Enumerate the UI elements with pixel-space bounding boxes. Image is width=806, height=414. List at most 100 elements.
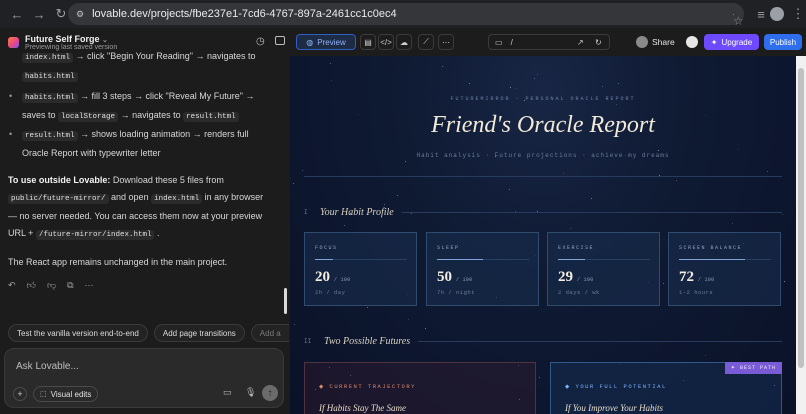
chat-text: → fill 3 steps → click "Reveal My Future…: [80, 91, 255, 101]
star-dot: [331, 80, 332, 81]
project-name[interactable]: Future Self Forge ⌄: [25, 34, 117, 44]
add-attachment-button[interactable]: +: [13, 387, 27, 401]
future-card-potential: ✦ BEST PATH ◆ YOUR FULL POTENTIAL If You…: [550, 362, 782, 414]
refresh-icon[interactable]: ↻: [595, 38, 602, 47]
analytics-icon[interactable]: ⟋: [418, 34, 434, 50]
collaborator-avatar[interactable]: [636, 36, 648, 48]
future-title: If Habits Stay The Same: [319, 403, 406, 413]
visual-edits-button[interactable]: ⬚ Visual edits: [33, 386, 99, 402]
stat-unit: 7h / night: [437, 289, 476, 296]
visual-edits-label: Visual edits: [50, 389, 92, 399]
scrollbar-thumb[interactable]: [798, 68, 804, 368]
suggestion-chip[interactable]: Test the vanilla version end-to-end: [8, 324, 148, 342]
future-tag: ◆ CURRENT TRAJECTORY: [319, 383, 416, 390]
chat-mode-icon[interactable]: ▭: [223, 387, 232, 398]
bookmark-star-icon[interactable]: ☆: [733, 13, 744, 28]
stat-card-exercise: EXERCISE 29 / 100 2 days / wk: [547, 232, 660, 306]
stat-denominator: / 100: [697, 276, 715, 283]
star-dot: [408, 319, 409, 320]
section-rule: [418, 341, 782, 342]
chat-text: URL +: [8, 228, 34, 238]
sidebar-toggle-icon[interactable]: [275, 36, 285, 45]
stat-card-screen-balance: SCREEN BALANCE 72 / 100 1-2 hours: [668, 232, 781, 306]
star-dot: [510, 87, 511, 88]
star-dot: [616, 104, 617, 105]
report-subtitle: Habit analysis · Future projections · ac…: [416, 152, 670, 159]
open-external-icon[interactable]: ↗: [577, 38, 584, 47]
site-info-icon[interactable]: ⚙: [76, 9, 84, 20]
star-dot: [602, 86, 603, 87]
thumbs-up-icon[interactable]: 👍︎: [27, 277, 36, 294]
more-icon[interactable]: ⋯: [85, 277, 94, 294]
suggestion-chip[interactable]: Add page transitions: [153, 324, 245, 342]
profile-avatar[interactable]: [770, 7, 784, 21]
suggestion-chip[interactable]: Add a: [250, 324, 289, 342]
star-dot: [563, 173, 564, 174]
stat-unit: 2 days / wk: [558, 289, 600, 296]
code-snippet: /future-mirror/index.html: [35, 230, 155, 240]
star-dot: [534, 78, 535, 79]
stat-bar: [679, 259, 771, 260]
device-icon[interactable]: ▭: [495, 38, 503, 47]
extensions-icon[interactable]: ≡: [750, 3, 772, 25]
chat-text: in any browser: [204, 192, 264, 202]
chat-messages: index.html → click "Begin Your Reading" …: [8, 51, 278, 294]
star-dot: [591, 198, 592, 199]
star-dot: [330, 63, 331, 64]
star-dot: [618, 83, 619, 84]
upgrade-button[interactable]: ✦ Upgrade: [704, 34, 759, 50]
preview-tab[interactable]: ◍ Preview: [296, 34, 356, 50]
preview-scrollbar[interactable]: [796, 56, 806, 414]
more-icon[interactable]: ⋯: [438, 34, 454, 50]
thumbs-down-icon[interactable]: 👎︎: [47, 277, 56, 294]
star-dot: [539, 377, 540, 378]
copy-icon[interactable]: ⧉: [67, 277, 73, 294]
url-text: lovable.dev/projects/fbe237e1-7cd6-4767-…: [92, 8, 397, 20]
star-dot: [367, 307, 368, 308]
star-dot: [294, 324, 295, 325]
microphone-icon[interactable]: 🎙︎: [245, 387, 256, 398]
lovable-logo-icon: [8, 36, 19, 48]
share-button[interactable]: Share: [652, 37, 675, 47]
report-title: Friend's Oracle Report: [431, 112, 655, 138]
publish-button[interactable]: Publish: [764, 34, 802, 50]
chat-scrollbar[interactable]: [284, 288, 287, 314]
stat-bar: [558, 259, 650, 260]
globe-icon: ◍: [306, 37, 314, 47]
chat-text: — no server needed. You can access them …: [8, 211, 263, 221]
chat-paragraph: The React app remains unchanged in the m…: [8, 257, 228, 267]
stat-number: 20: [315, 269, 330, 285]
prompt-input[interactable]: Ask Lovable...: [16, 361, 79, 372]
chat-panel: Future Self Forge ⌄ Previewing last save…: [0, 28, 290, 414]
preview-label: Preview: [317, 37, 346, 47]
stat-fill: [679, 259, 746, 260]
chat-paragraph: To use outside Lovable: Download these 5…: [8, 172, 278, 244]
send-button[interactable]: ↑: [262, 385, 278, 401]
visual-edits-icon: ⬚: [40, 391, 47, 398]
undo-icon[interactable]: ↶: [8, 277, 16, 294]
cloud-icon[interactable]: ☁: [396, 34, 412, 50]
github-icon[interactable]: [686, 36, 698, 48]
back-icon[interactable]: ←: [6, 3, 28, 25]
header-divider: [304, 176, 782, 177]
history-icon[interactable]: ◷: [256, 36, 265, 47]
section-number: II: [304, 338, 312, 345]
stat-bar: [437, 259, 529, 260]
address-bar[interactable]: ⚙ lovable.dev/projects/fbe237e1-7cd6-476…: [68, 3, 744, 28]
code-icon[interactable]: </>: [378, 34, 394, 50]
upgrade-label: Upgrade: [721, 37, 753, 47]
forward-icon[interactable]: →: [28, 3, 50, 25]
star-dot: [537, 74, 538, 75]
browser-menu-icon[interactable]: ⋮: [787, 3, 806, 25]
stat-fill: [315, 259, 334, 260]
star-dot: [425, 328, 426, 329]
stat-card-focus: FOCUS 20 / 100 2h / day: [304, 232, 417, 306]
preview-url-field[interactable]: ▭ / ↗ ↻: [488, 34, 610, 50]
star-dot: [509, 189, 510, 190]
stat-value: 29 / 100: [558, 269, 593, 286]
section-rule: [401, 212, 782, 213]
stat-label: SLEEP: [437, 245, 460, 251]
chat-composer: Ask Lovable... + ⬚ Visual edits ▭ 🎙︎ ↑: [4, 348, 284, 408]
file-icon[interactable]: ▤: [360, 34, 376, 50]
stat-label: SCREEN BALANCE: [679, 245, 743, 251]
